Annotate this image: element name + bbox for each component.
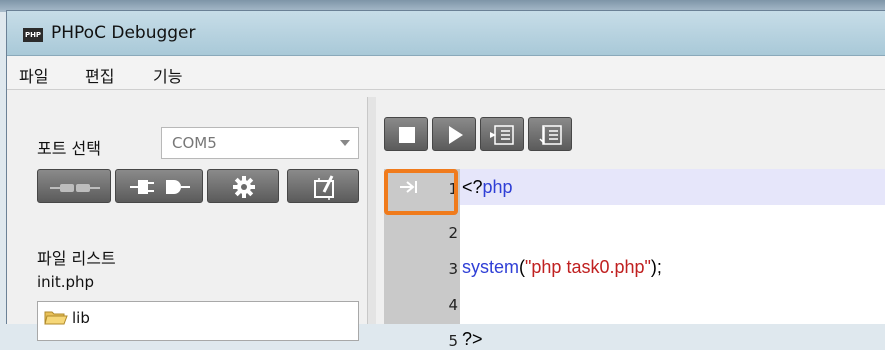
port-value: COM5 xyxy=(172,134,217,152)
line-number: 4 xyxy=(448,296,458,314)
stop-button[interactable] xyxy=(384,117,428,151)
window-title: PHPoC Debugger xyxy=(51,23,196,43)
chevron-down-icon xyxy=(340,140,350,146)
code-token: ?> xyxy=(462,329,483,349)
upload-icon xyxy=(314,175,334,200)
upload-button[interactable] xyxy=(287,169,359,203)
php-app-icon: PHP xyxy=(23,28,43,42)
app-window: PHP PHPoC Debugger 파일 편집 기능 포트 선택 COM5 파… xyxy=(6,10,885,350)
editor-panel: 1 <?php 2 3 system("php task0.php"); 4 5 ?> xyxy=(376,97,885,350)
code-token: ); xyxy=(650,257,662,277)
code-token: php xyxy=(482,177,513,197)
code-token: <? xyxy=(462,177,483,197)
menu-bar: 파일 편집 기능 xyxy=(7,56,885,90)
menu-edit[interactable]: 편집 xyxy=(85,63,114,87)
gear-icon xyxy=(233,176,255,198)
step-into-button[interactable] xyxy=(480,117,524,151)
connect-button[interactable] xyxy=(115,169,203,203)
left-panel: 포트 선택 COM5 파일 리스트 init.php lib xyxy=(17,97,367,341)
line-number: 3 xyxy=(448,260,458,278)
code-token: "php task0.php" xyxy=(525,257,651,277)
line-number: 2 xyxy=(448,224,458,242)
step-out-icon xyxy=(539,125,562,145)
menu-function[interactable]: 기능 xyxy=(153,63,182,87)
connect-icon xyxy=(130,180,190,194)
code-token: system xyxy=(462,257,520,277)
line-number: 5 xyxy=(448,332,458,350)
code-editor[interactable]: 1 <?php 2 3 system("php task0.php"); 4 5 ?> xyxy=(384,169,885,350)
step-out-button[interactable] xyxy=(528,117,572,151)
file-list-item[interactable]: init.php xyxy=(37,273,94,291)
code-line: system("php task0.php"); xyxy=(462,257,662,278)
tree-folder-lib[interactable]: lib xyxy=(72,309,90,327)
settings-button[interactable] xyxy=(207,169,279,203)
file-list-label: 파일 리스트 xyxy=(37,249,116,268)
menu-file[interactable]: 파일 xyxy=(19,63,48,87)
file-tree[interactable]: lib xyxy=(37,301,359,341)
play-button[interactable] xyxy=(432,117,476,151)
code-line: <?php xyxy=(462,177,513,198)
folder-icon xyxy=(44,311,68,325)
disconnect-icon xyxy=(50,184,100,192)
port-label: 포트 선택 xyxy=(37,139,101,158)
current-line-marker-highlight xyxy=(384,169,458,215)
disconnect-button[interactable] xyxy=(37,169,111,203)
play-icon xyxy=(449,126,463,144)
code-line: ?> xyxy=(462,329,483,350)
title-bar[interactable]: PHP PHPoC Debugger xyxy=(7,11,885,56)
step-into-icon xyxy=(490,125,514,145)
port-select[interactable]: COM5 xyxy=(161,127,359,159)
stop-icon xyxy=(399,127,415,143)
